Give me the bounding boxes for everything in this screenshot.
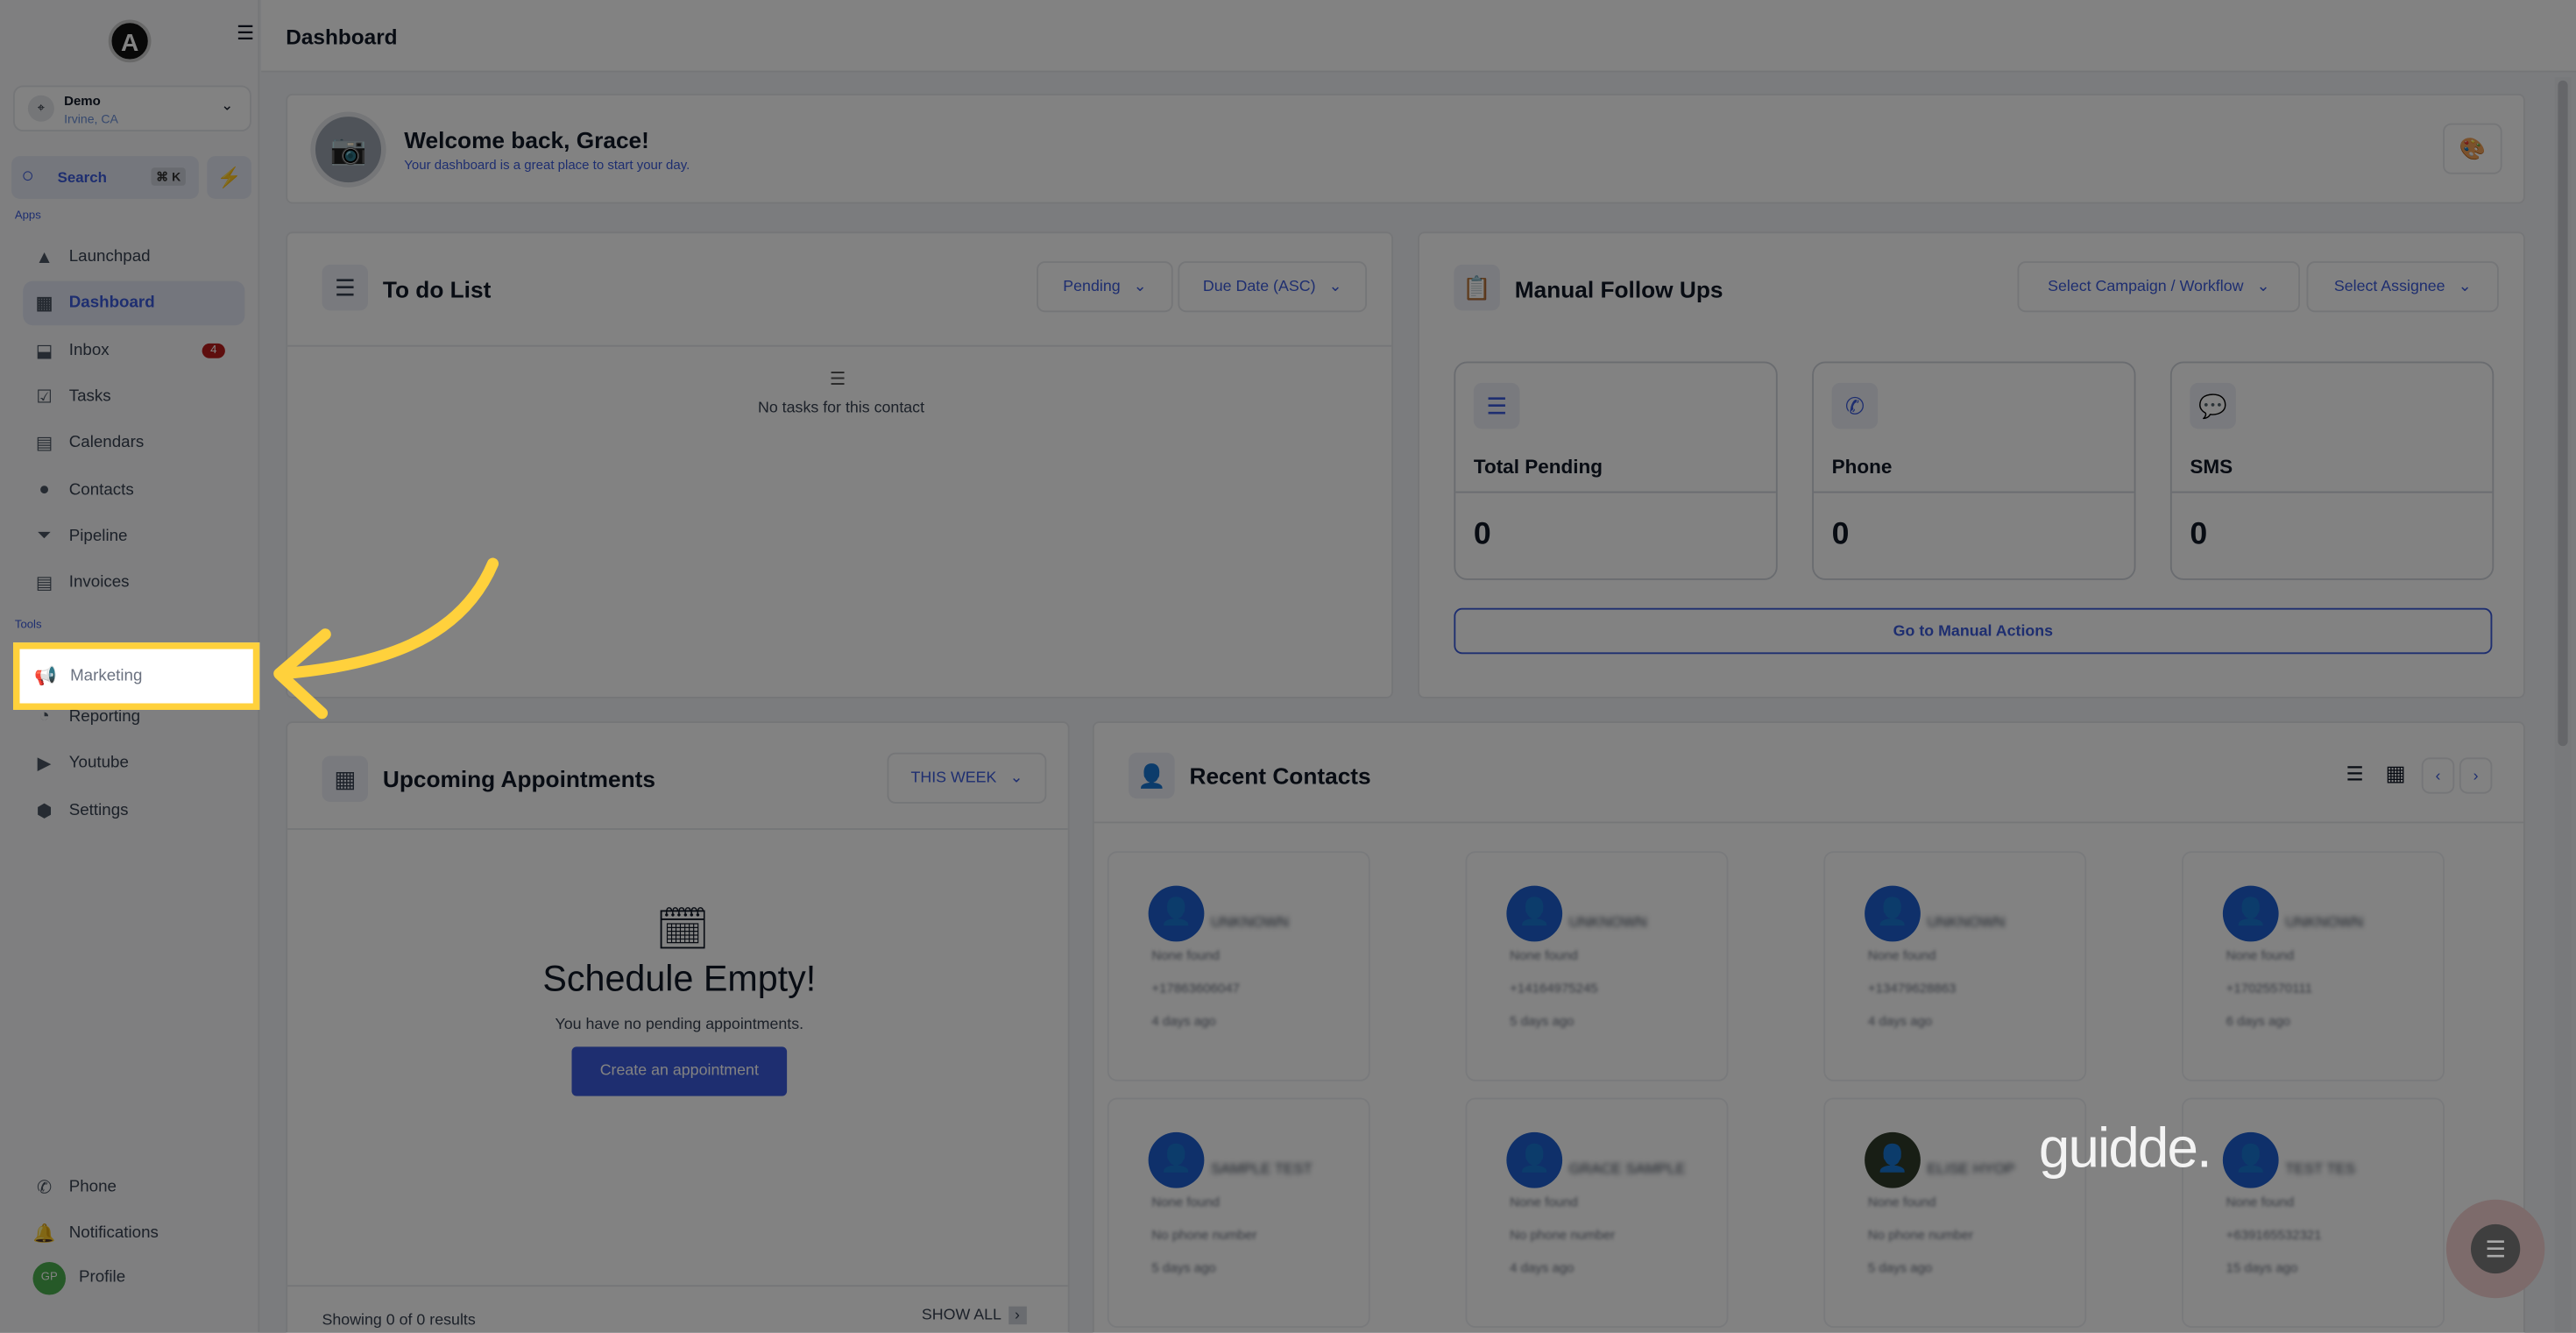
arrow-curve <box>276 557 499 680</box>
guidde-watermark: guidde. <box>2038 1117 2212 1181</box>
chat-widget-button[interactable]: ☰ <box>2445 1199 2545 1299</box>
chat-icon: ☰ <box>2471 1223 2521 1274</box>
